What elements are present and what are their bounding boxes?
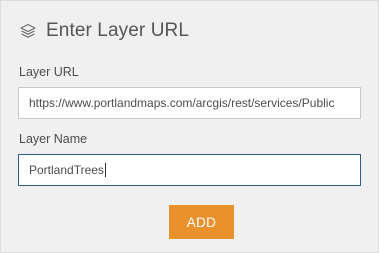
enter-layer-url-panel: Enter Layer URL Layer URL https://www.po…	[0, 0, 379, 253]
layer-name-label: Layer Name	[19, 132, 88, 146]
layers-icon	[18, 21, 38, 41]
layer-name-input[interactable]: PortlandTrees	[18, 154, 361, 186]
panel-header: Enter Layer URL	[18, 18, 189, 44]
layer-url-label: Layer URL	[19, 65, 79, 79]
panel-title: Enter Layer URL	[46, 20, 190, 41]
add-button[interactable]: ADD	[169, 205, 234, 239]
layer-url-input[interactable]: https://www.portlandmaps.com/arcgis/rest…	[18, 87, 361, 119]
layer-url-value: https://www.portlandmaps.com/arcgis/rest…	[29, 96, 335, 110]
layer-name-value: PortlandTrees	[29, 163, 104, 177]
text-caret	[104, 163, 106, 177]
